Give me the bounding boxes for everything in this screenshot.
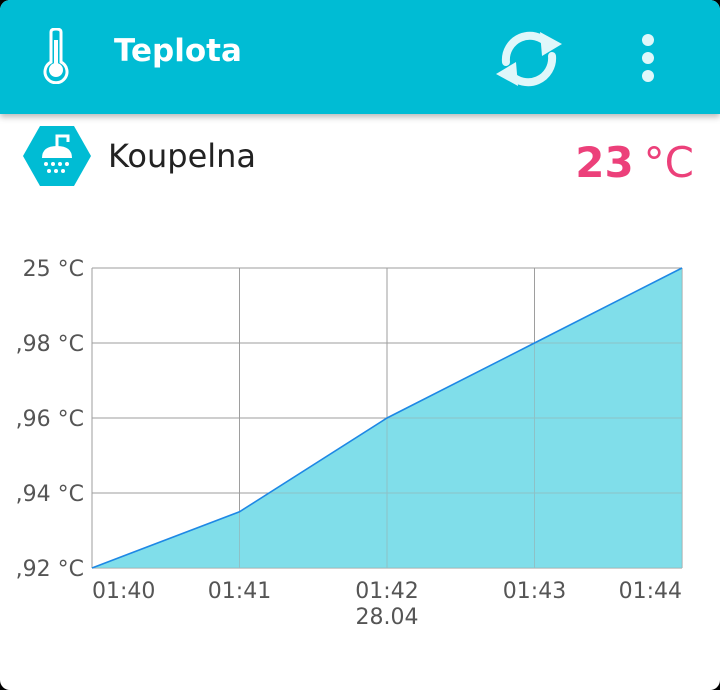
thermometer-icon	[43, 28, 69, 84]
x-tick-label: 01:42	[355, 579, 418, 604]
y-tick-label: ,98 °C	[16, 332, 84, 357]
y-tick-label: ,96 °C	[16, 407, 84, 432]
x-tick-label: 01:43	[503, 579, 566, 604]
x-tick-label: 01:41	[208, 579, 271, 604]
y-tick-label: ,92 °C	[16, 557, 84, 582]
y-tick-label: ,94 °C	[16, 482, 84, 507]
x-tick-label: 01:44	[619, 579, 682, 604]
overflow-menu-icon[interactable]	[630, 30, 666, 86]
x-tick-sublabel: 28.04	[356, 605, 419, 630]
app-bar: Teplota	[0, 0, 720, 114]
app-title: Teplota	[114, 33, 242, 69]
x-tick-label: 01:40	[92, 579, 155, 604]
main-card: Teplota Koupelna 23 °C ,92 °C ,94 °C ,96…	[0, 0, 720, 690]
refresh-icon[interactable]	[492, 22, 566, 96]
y-tick-label: 25 °C	[23, 257, 84, 282]
